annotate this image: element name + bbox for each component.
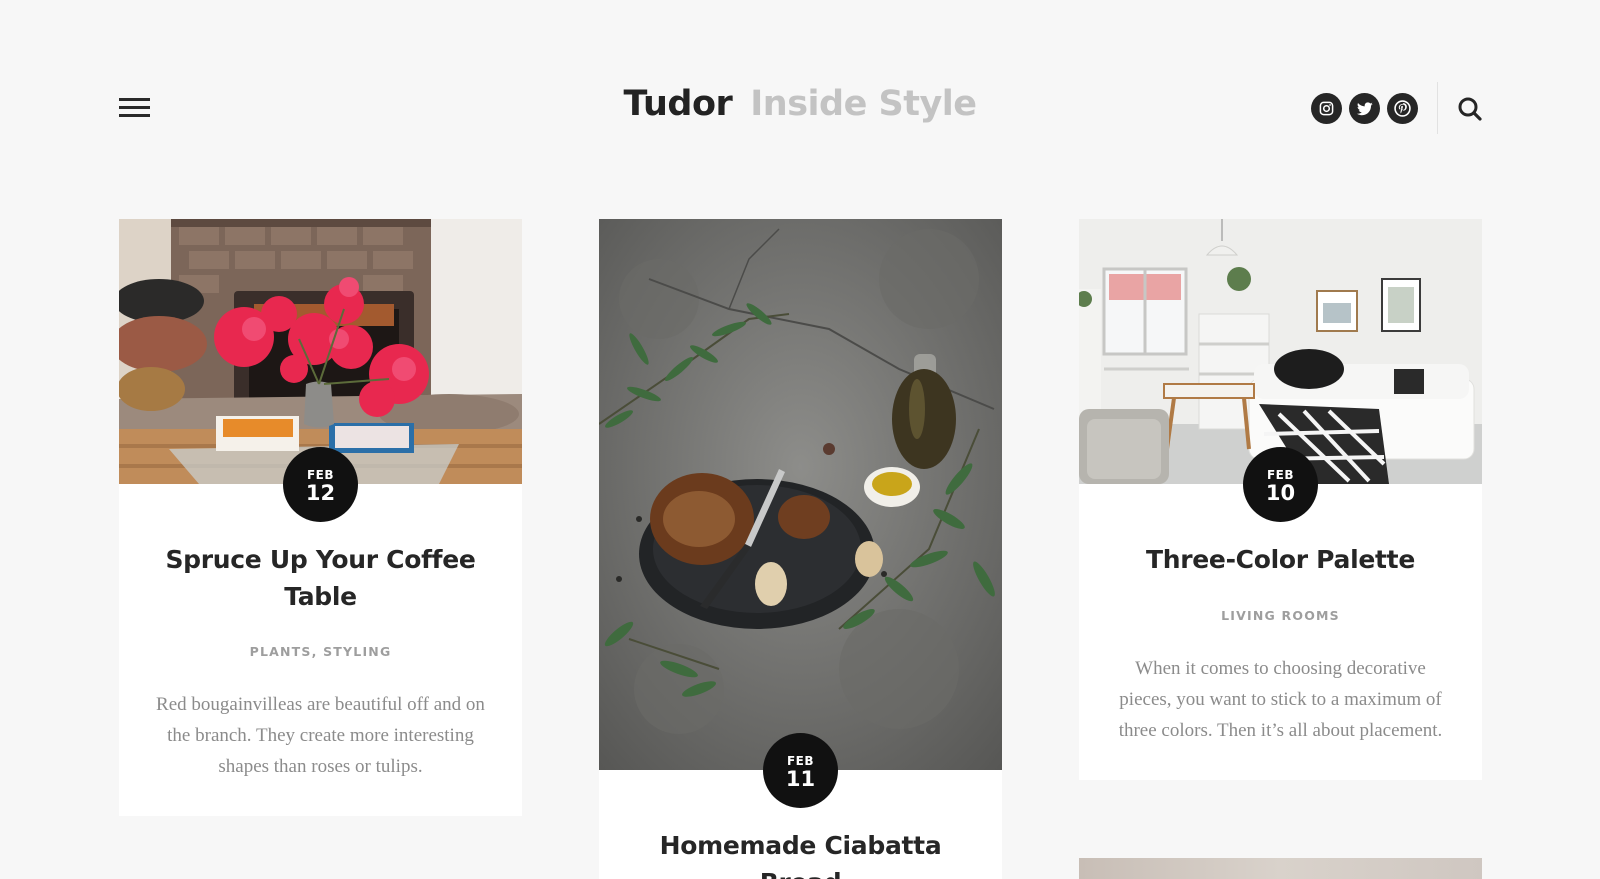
date-badge: FEB 12 xyxy=(283,447,358,522)
category-separator: , xyxy=(311,644,318,659)
post-card[interactable] xyxy=(1079,858,1482,879)
post-card[interactable]: FEB 12 Spruce Up Your Coffee Table PLANT… xyxy=(119,219,522,816)
post-card[interactable]: FEB 10 Three-Color Palette LIVING ROOMS … xyxy=(1079,219,1482,780)
post-title[interactable]: Three-Color Palette xyxy=(1109,541,1452,578)
date-badge: FEB 10 xyxy=(1243,447,1318,522)
post-image[interactable] xyxy=(1079,858,1482,879)
social-links xyxy=(1311,93,1418,124)
post-categories: LIVING ROOMS xyxy=(1109,608,1452,623)
date-day: 12 xyxy=(305,481,336,505)
post-excerpt: Red bougainvilleas are beautiful off and… xyxy=(156,694,485,777)
category-link[interactable]: PLANTS xyxy=(250,644,312,659)
date-badge: FEB 11 xyxy=(763,733,838,808)
category-link[interactable]: LIVING ROOMS xyxy=(1221,608,1340,623)
post-title[interactable]: Homemade Ciabatta Bread xyxy=(629,827,972,879)
post-image[interactable] xyxy=(1079,219,1482,484)
post-image[interactable] xyxy=(599,219,1002,770)
date-month: FEB xyxy=(786,754,815,768)
post-title[interactable]: Spruce Up Your Coffee Table xyxy=(149,541,492,615)
site-title-main[interactable]: Tudor xyxy=(623,84,732,124)
date-month: FEB xyxy=(306,468,335,482)
post-image[interactable] xyxy=(119,219,522,484)
post-excerpt: When it comes to choosing decorative pie… xyxy=(1118,658,1443,741)
date-day: 11 xyxy=(785,767,816,791)
site-title-sub[interactable]: Inside Style xyxy=(750,84,977,124)
header-divider xyxy=(1437,82,1438,134)
instagram-icon[interactable] xyxy=(1311,93,1342,124)
post-categories: PLANTS, STYLING xyxy=(149,644,492,659)
category-link[interactable]: STYLING xyxy=(323,644,391,659)
twitter-icon[interactable] xyxy=(1349,93,1380,124)
post-card[interactable]: FEB 11 Homemade Ciabatta Bread xyxy=(599,219,1002,879)
date-month: FEB xyxy=(1266,468,1295,482)
site-header: Tudor Inside Style xyxy=(0,0,1600,200)
date-day: 10 xyxy=(1265,481,1296,505)
pinterest-icon[interactable] xyxy=(1387,93,1418,124)
search-icon[interactable] xyxy=(1456,95,1484,123)
